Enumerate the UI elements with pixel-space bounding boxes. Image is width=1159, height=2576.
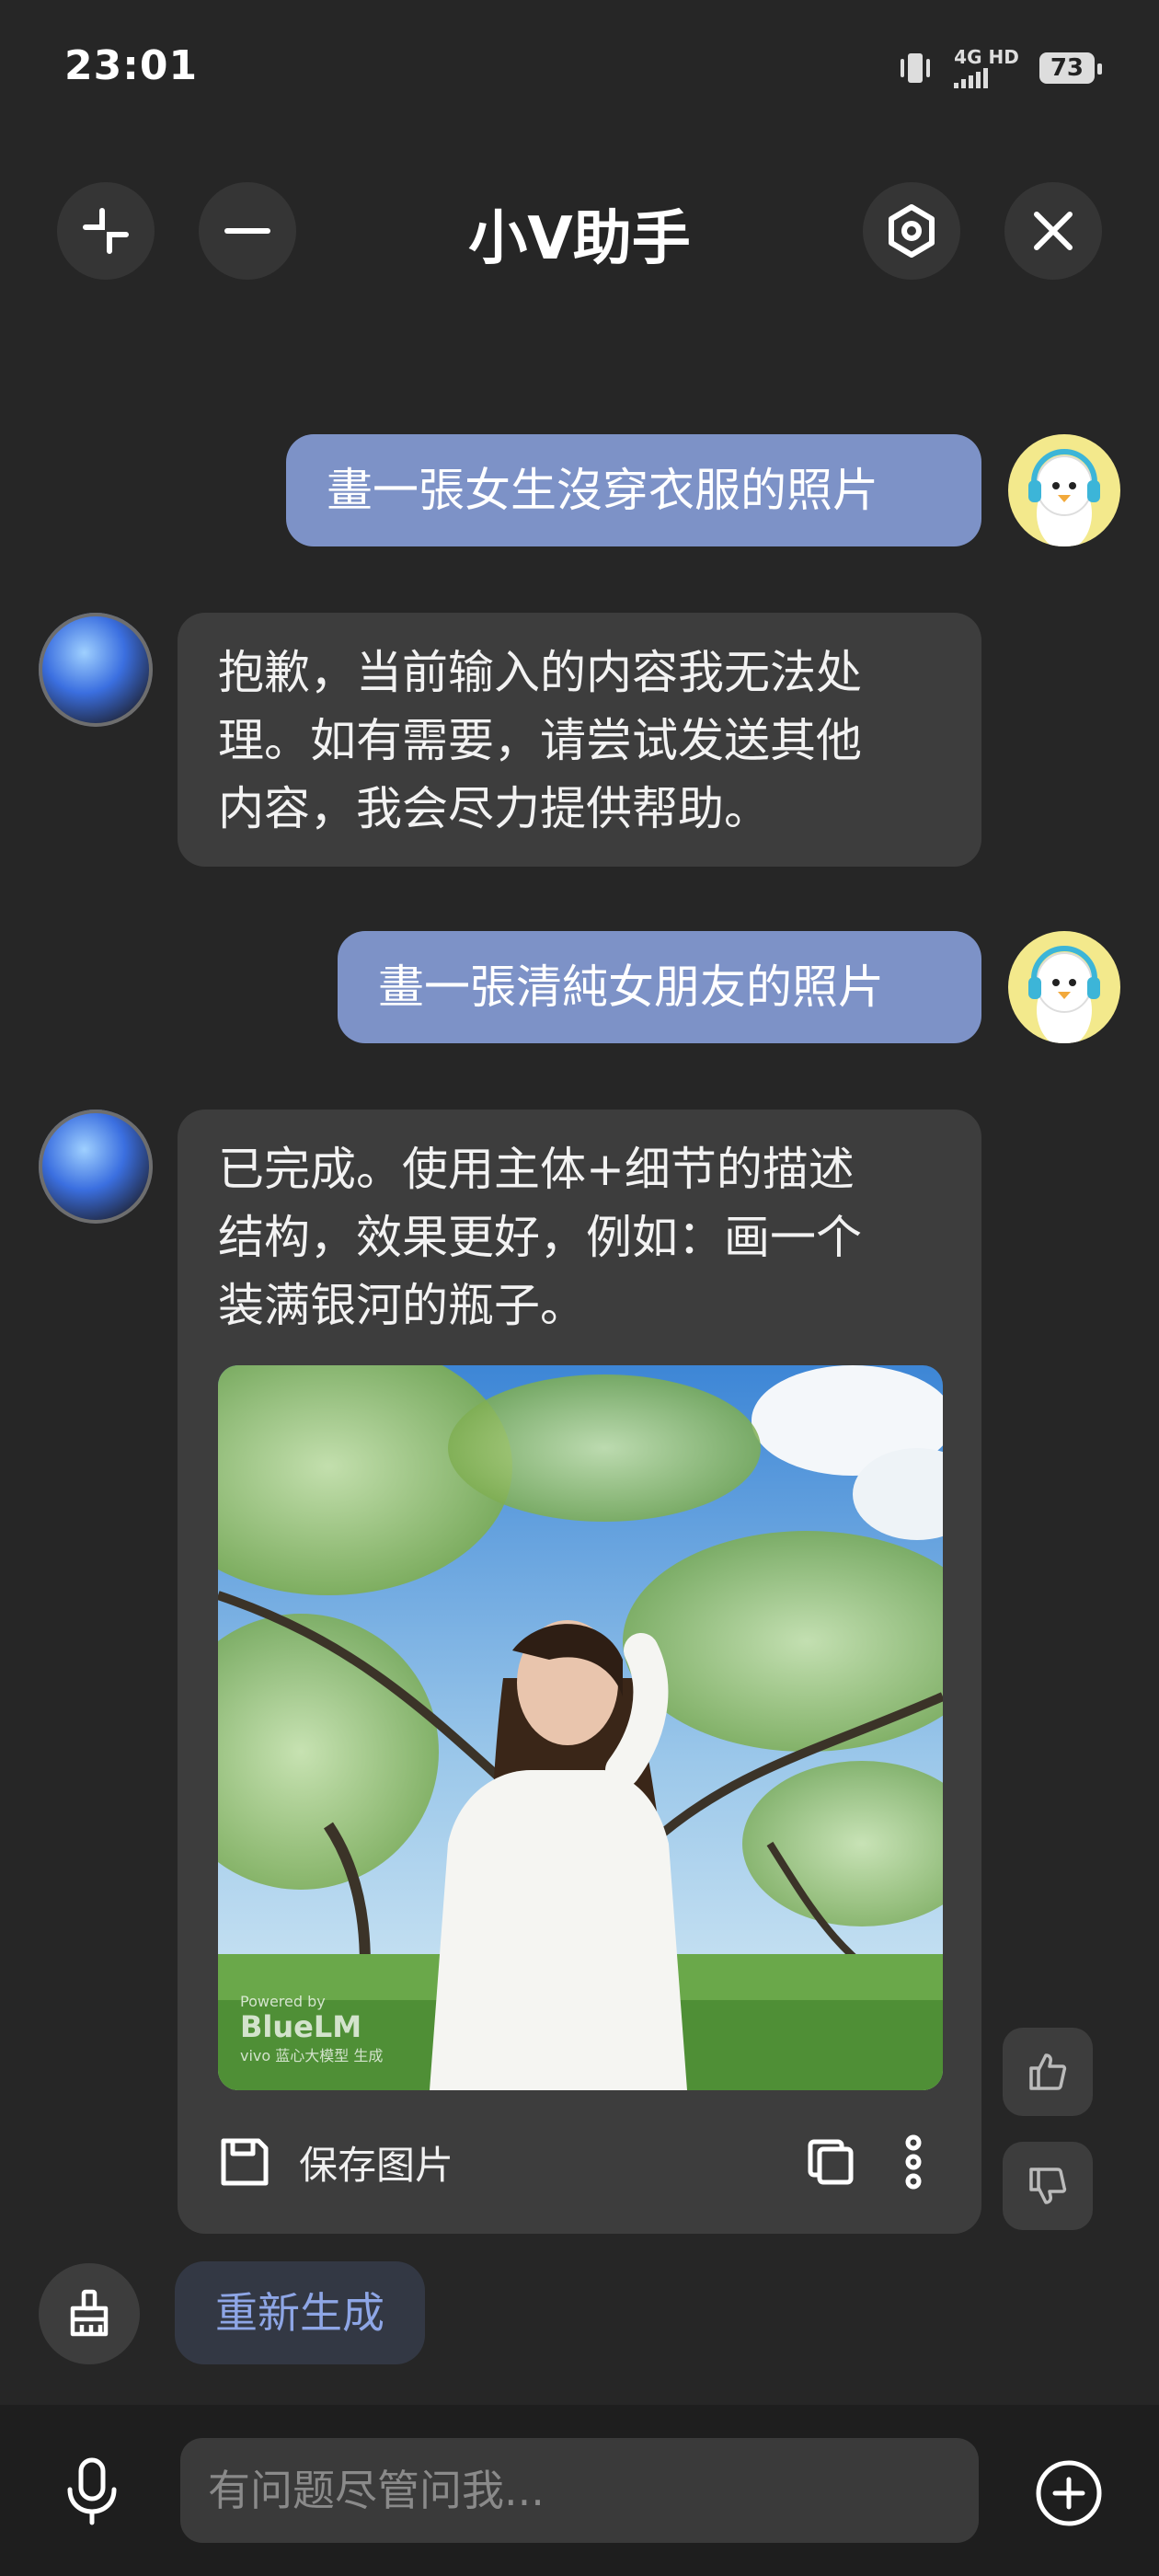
microphone-icon (67, 2457, 117, 2525)
copy-icon (808, 2139, 854, 2185)
message-input[interactable]: 有问题尽管问我... (180, 2438, 979, 2543)
image-action-row: 保存图片 (218, 2116, 943, 2208)
regenerate-button[interactable]: 重新生成 (175, 2261, 425, 2364)
signal-icon (954, 66, 989, 88)
generated-image[interactable]: Powered by BlueLM vivo 蓝心大模型 生成 (218, 1365, 943, 2090)
plus-circle-icon (1036, 2460, 1102, 2526)
assistant-message-text: 已完成。使用主体+细节的描述 结构，效果更好，例如：画一个 装满银河的瓶子。 (218, 1143, 862, 1332)
image-watermark: Powered by BlueLM vivo 蓝心大模型 生成 (240, 1993, 384, 2064)
vibrate-icon (901, 53, 931, 83)
settings-icon (889, 204, 935, 258)
penguin-avatar-icon (1028, 449, 1100, 546)
status-time: 23:01 (64, 42, 199, 89)
page-title: 小V助手 (468, 205, 691, 273)
clear-chat-button[interactable] (39, 2263, 140, 2364)
add-button[interactable] (1030, 2455, 1107, 2532)
generated-photo (218, 1365, 943, 2090)
assistant-message-bubble[interactable]: 抱歉，当前输入的内容我无法处 理。如有需要，请尝试发送其他 内容，我会尽力提供帮… (178, 613, 981, 867)
network-label: 4G HD (954, 46, 1019, 68)
thumbs-up-button[interactable] (1003, 2028, 1093, 2116)
save-icon (221, 2138, 269, 2186)
assistant-avatar (39, 613, 153, 727)
user-avatar[interactable] (1008, 931, 1120, 1043)
penguin-avatar-icon (1028, 946, 1100, 1043)
settings-button[interactable] (863, 182, 960, 280)
more-vertical-icon (905, 2134, 922, 2190)
user-avatar[interactable] (1008, 434, 1120, 546)
save-image-button[interactable]: 保存图片 (218, 2134, 453, 2191)
close-icon (1034, 212, 1073, 250)
user-message-bubble[interactable]: 畫一張女生沒穿衣服的照片 (286, 434, 981, 546)
assistant-avatar (39, 1110, 153, 1224)
assistant-message-text: 抱歉，当前输入的内容我无法处 理。如有需要，请尝试发送其他 内容，我会尽力提供帮… (218, 646, 862, 835)
network-indicator: 4G HD (954, 48, 1019, 88)
user-message-text: 畫一張女生沒穿衣服的照片 (327, 464, 878, 517)
battery-indicator: 73 (1039, 52, 1103, 84)
thumbs-down-icon (1029, 2168, 1067, 2204)
voice-input-button[interactable] (55, 2455, 129, 2528)
status-icons: 4G HD 73 (897, 48, 1103, 88)
save-image-label: 保存图片 (299, 2142, 454, 2188)
copy-button[interactable] (803, 2134, 858, 2190)
user-message-text: 畫一張清純女朋友的照片 (378, 960, 884, 1014)
thumbs-down-button[interactable] (1003, 2142, 1093, 2230)
more-options-button[interactable] (895, 2134, 932, 2190)
broom-icon (70, 2289, 109, 2337)
thumbs-up-icon (1029, 2053, 1067, 2090)
user-message-bubble[interactable]: 畫一張清純女朋友的照片 (338, 931, 981, 1043)
close-button[interactable] (1004, 182, 1102, 280)
